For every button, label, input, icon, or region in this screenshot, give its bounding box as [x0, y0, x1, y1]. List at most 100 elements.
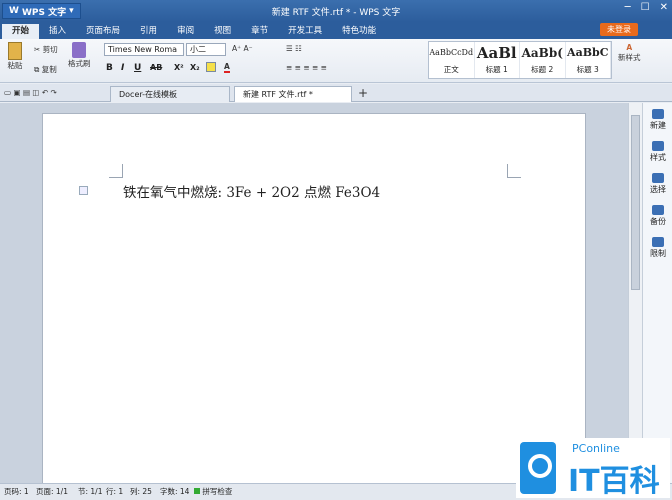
style-sample: AaBbCcDd — [429, 48, 474, 57]
window-controls: ─ ☐ ✕ — [625, 2, 668, 13]
bullets-icon[interactable]: ☰ ☷ — [286, 44, 302, 53]
style-sample: AaBl — [476, 44, 517, 62]
window-title: 新建 RTF 文件.rtf * - WPS 文字 — [271, 8, 401, 18]
document-text[interactable]: 铁在氧气中燃烧: 3Fe + 2O2 点燃 Fe3O4 — [123, 181, 380, 201]
tab-review[interactable]: 审阅 — [167, 24, 204, 39]
format-painter-button[interactable]: 格式刷 — [68, 42, 91, 69]
font-size-select[interactable]: 小二 — [186, 43, 226, 56]
tab-home[interactable]: 开始 — [2, 24, 40, 39]
pane-restrict-label: 限制 — [650, 249, 666, 258]
copy-icon: ⧉ — [34, 65, 40, 74]
document-page[interactable]: 铁在氧气中燃烧: 3Fe + 2O2 点燃 Fe3O4 — [42, 113, 586, 493]
vertical-scrollbar[interactable] — [628, 103, 642, 483]
style-heading1[interactable]: AaBl 标题 1 — [475, 42, 520, 78]
cut-button[interactable]: ✂ 剪切 — [34, 44, 58, 55]
watermark-small-text: PConline — [572, 442, 620, 455]
tab-current-label: 新建 RTF 文件.rtf * — [243, 90, 313, 99]
bold-button[interactable]: B — [106, 63, 113, 73]
tab-current-document[interactable]: 新建 RTF 文件.rtf * — [234, 86, 352, 102]
minimize-icon[interactable]: ─ — [625, 2, 631, 13]
tab-developer[interactable]: 开发工具 — [278, 24, 332, 39]
quick-access-icons[interactable]: ▭ ▣ ▤ ◫ ↶ ↷ — [4, 88, 57, 97]
new-style-button[interactable]: A 新样式 — [618, 43, 641, 63]
right-task-pane: 新建 样式 选择 备份 限制 — [642, 103, 672, 483]
style-label: 标题 2 — [531, 65, 554, 74]
new-tab-plus-icon[interactable]: + — [358, 86, 368, 100]
align-icons[interactable]: ≡ ≡ ≡ ≡ ≡ — [286, 63, 327, 72]
status-pages: 页面: 1/1 — [36, 487, 68, 496]
tab-special[interactable]: 特色功能 — [332, 24, 386, 39]
spell-check-toggle[interactable]: 拼写检查 — [194, 484, 232, 500]
scrollbar-thumb[interactable] — [631, 115, 640, 290]
document-workspace: 铁在氧气中燃烧: 3Fe + 2O2 点燃 Fe3O4 — [0, 103, 628, 493]
pane-backup[interactable]: 备份 — [643, 205, 672, 227]
margin-mark — [109, 164, 123, 178]
tab-view[interactable]: 视图 — [204, 24, 241, 39]
pane-style[interactable]: 样式 — [643, 141, 672, 163]
pconline-watermark: PConline IT百科 — [516, 438, 670, 499]
style-label: 标题 3 — [576, 65, 599, 74]
underline-button[interactable]: U — [134, 63, 141, 73]
new-style-label: 新样式 — [618, 53, 641, 62]
style-sample: AaBb( — [521, 46, 563, 60]
watermark-big-text: IT百科 — [568, 464, 660, 499]
highlight-icon[interactable] — [206, 62, 216, 72]
format-painter-label: 格式刷 — [68, 59, 91, 68]
font-name-select[interactable]: Times New Roma — [104, 43, 184, 56]
spell-check-label: 拼写检查 — [202, 487, 233, 496]
margin-mark — [507, 164, 521, 178]
paragraph-icon[interactable] — [79, 186, 88, 195]
paste-button[interactable]: 粘贴 — [6, 42, 24, 71]
style-label: 标题 1 — [485, 65, 508, 74]
pane-new[interactable]: 新建 — [643, 109, 672, 131]
pane-backup-label: 备份 — [650, 217, 666, 226]
tab-docer-label: Docer-在线模板 — [119, 90, 178, 99]
clipboard-icon — [8, 42, 22, 60]
title-bar: W WPS 文字 ▾ 新建 RTF 文件.rtf * - WPS 文字 ─ ☐ … — [0, 0, 672, 22]
grow-font-icon[interactable]: A⁺ A⁻ — [232, 44, 253, 53]
brush-icon — [72, 42, 87, 58]
pane-new-label: 新建 — [650, 121, 666, 130]
style-heading3[interactable]: AaBbC 标题 3 — [566, 42, 611, 78]
pane-restrict[interactable]: 限制 — [643, 237, 672, 259]
close-icon[interactable]: ✕ — [660, 2, 668, 13]
tab-section[interactable]: 章节 — [241, 24, 278, 39]
document-tabs: ▭ ▣ ▤ ◫ ↶ ↷ Docer-在线模板 新建 RTF 文件.rtf * + — [0, 84, 672, 102]
tab-page-layout[interactable]: 页面布局 — [76, 24, 130, 39]
tab-references[interactable]: 引用 — [130, 24, 167, 39]
login-button[interactable]: 未登录 — [600, 23, 638, 36]
font-color-icon[interactable]: A — [224, 62, 230, 73]
spell-check-icon — [194, 488, 200, 494]
tab-docer[interactable]: Docer-在线模板 — [110, 86, 230, 102]
status-section: 节: 1/1 — [78, 487, 103, 496]
status-words: 字数: 14 — [160, 487, 190, 496]
style-sample: AaBbC — [567, 46, 609, 59]
status-page: 页码: 1 — [4, 487, 29, 496]
scissors-icon: ✂ — [34, 45, 41, 54]
new-doc-icon — [652, 109, 664, 119]
tab-insert[interactable]: 插入 — [39, 24, 76, 39]
style-icon — [652, 141, 664, 151]
style-normal[interactable]: AaBbCcDd 正文 — [429, 42, 475, 78]
strikethrough-button[interactable]: AB — [150, 63, 162, 72]
pane-style-label: 样式 — [650, 153, 666, 162]
style-gallery: AaBbCcDd 正文 AaBl 标题 1 AaBb( 标题 2 AaBbC 标题 3 — [428, 41, 612, 79]
style-label: 正文 — [443, 65, 459, 74]
copy-button[interactable]: ⧉ 复制 — [34, 64, 57, 75]
subscript-button[interactable]: X₂ — [190, 63, 200, 72]
status-line: 行: 1 — [106, 487, 124, 496]
new-style-icon: A — [626, 43, 633, 52]
select-icon — [652, 173, 664, 183]
menu-tabs: 开始 插入 页面布局 引用 审阅 视图 章节 开发工具 特色功能 未登录 — [0, 22, 672, 39]
pane-select[interactable]: 选择 — [643, 173, 672, 195]
style-heading2[interactable]: AaBb( 标题 2 — [520, 42, 566, 78]
ribbon: 粘贴 ✂ 剪切 ⧉ 复制 格式刷 Times New Roma 小二 B I U… — [0, 39, 672, 83]
pane-select-label: 选择 — [650, 185, 666, 194]
maximize-icon[interactable]: ☐ — [641, 2, 650, 13]
paste-label: 粘贴 — [7, 61, 23, 70]
superscript-button[interactable]: X² — [174, 63, 184, 72]
magnifier-logo-icon — [520, 442, 556, 494]
italic-button[interactable]: I — [121, 63, 124, 73]
cut-label: 剪切 — [42, 45, 58, 54]
status-column: 列: 25 — [130, 487, 152, 496]
